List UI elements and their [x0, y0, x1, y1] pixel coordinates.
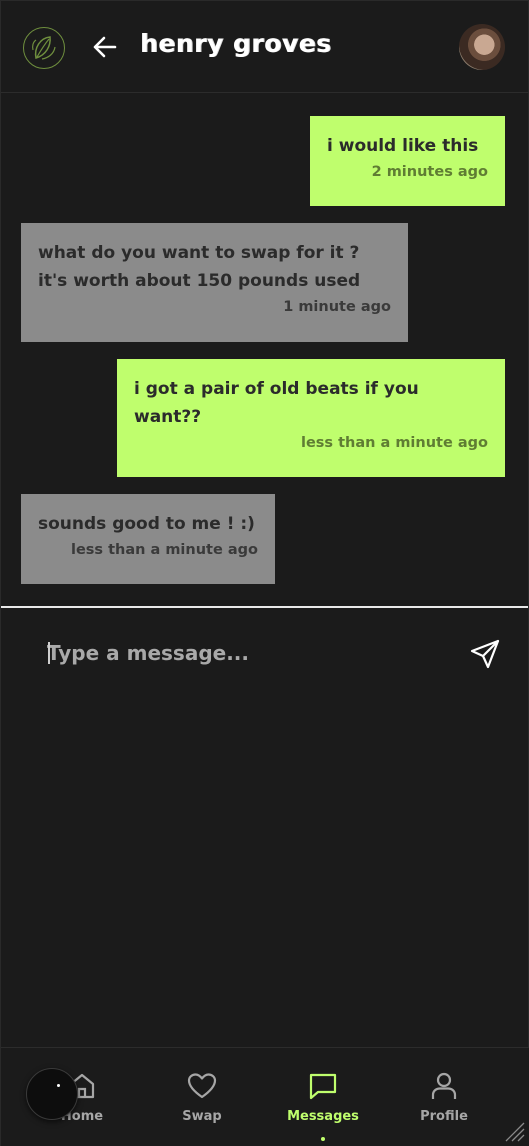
chat-icon	[309, 1073, 337, 1100]
fab-dot	[57, 1084, 60, 1087]
nav-label-messages: Messages	[287, 1109, 359, 1124]
nav-item-profile[interactable]: Profile	[384, 1048, 504, 1146]
nav-item-messages[interactable]: Messages	[263, 1048, 383, 1146]
arrow-left-icon[interactable]	[89, 31, 121, 63]
conversation-title: henry groves	[140, 29, 332, 58]
user-avatar[interactable]	[459, 24, 505, 70]
message-timestamp: less than a minute ago	[300, 435, 488, 451]
message-timestamp: 2 minutes ago	[371, 164, 488, 180]
chat-header: henry groves	[1, 1, 529, 93]
bottom-nav: Home Swap Messages Profile	[1, 1047, 529, 1146]
nav-item-swap[interactable]: Swap	[142, 1048, 262, 1146]
heart-icon	[187, 1073, 217, 1099]
chat-screen: henry groves i would like this 2 minutes…	[0, 0, 529, 1146]
message-text: i would like this	[327, 136, 479, 156]
message-input[interactable]	[47, 633, 447, 673]
message-bubble-received: what do you want to swap for it ? it's w…	[21, 223, 408, 342]
message-text: sounds good to me ! :)	[38, 514, 255, 534]
send-icon[interactable]	[468, 637, 502, 671]
composer-divider	[1, 606, 528, 608]
message-text: what do you want to swap for it ? it's w…	[38, 243, 361, 291]
active-indicator	[321, 1137, 325, 1141]
user-icon	[431, 1072, 457, 1099]
message-text: i got a pair of old beats if you want??	[134, 379, 419, 427]
leaf-logo-icon[interactable]	[23, 27, 65, 69]
nav-label-profile: Profile	[420, 1109, 468, 1124]
nav-label-swap: Swap	[182, 1109, 222, 1124]
text-caret	[48, 642, 50, 664]
message-timestamp: less than a minute ago	[70, 542, 258, 558]
resize-grip-icon[interactable]	[502, 1119, 526, 1143]
message-bubble-sent: i got a pair of old beats if you want?? …	[117, 359, 505, 477]
leaf-logo-icon-graphic	[32, 36, 56, 60]
floating-action-button[interactable]	[26, 1068, 78, 1120]
message-bubble-received: sounds good to me ! :) less than a minut…	[21, 494, 275, 584]
message-timestamp: 1 minute ago	[283, 299, 391, 315]
message-bubble-sent: i would like this 2 minutes ago	[310, 116, 505, 206]
